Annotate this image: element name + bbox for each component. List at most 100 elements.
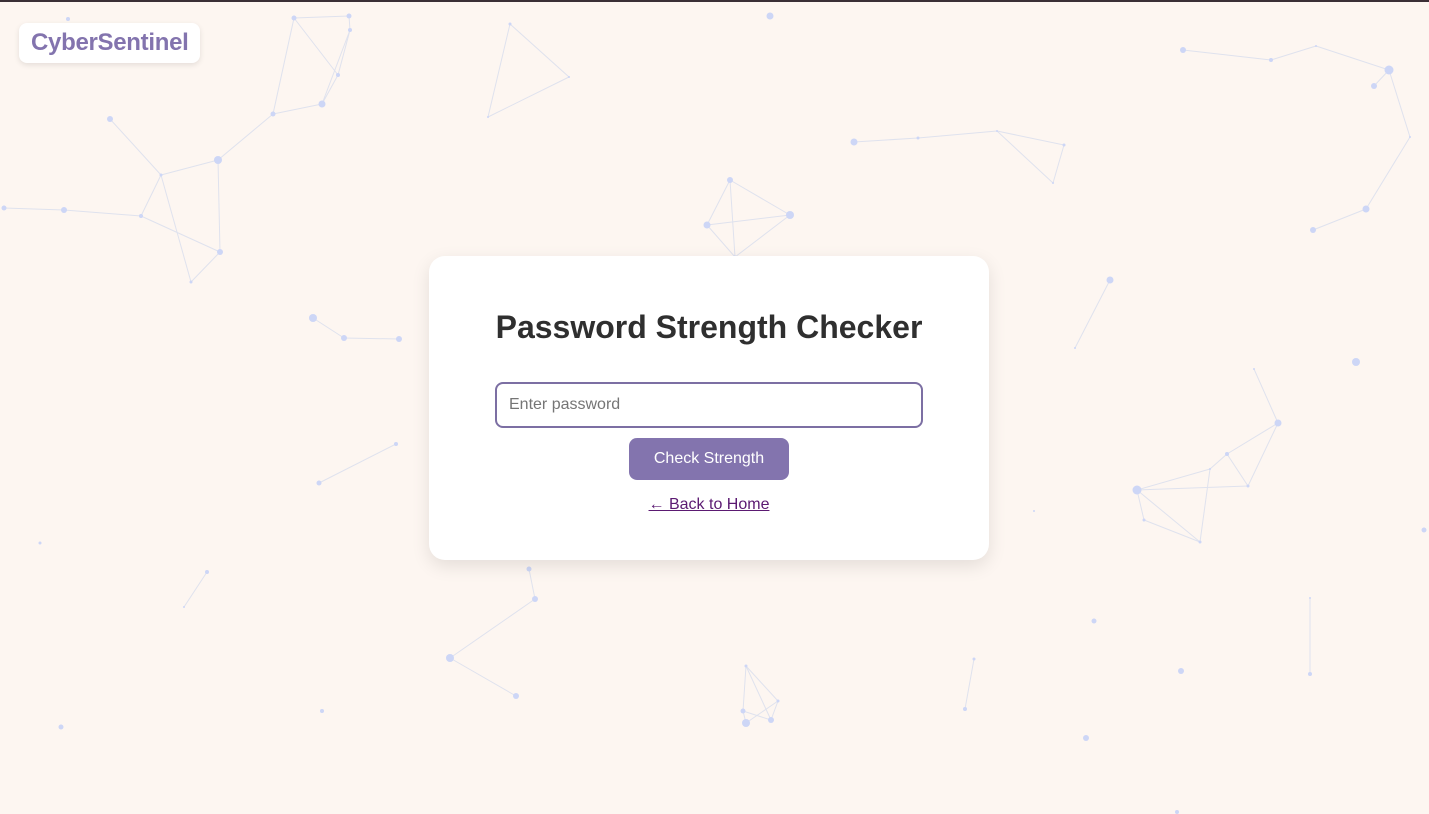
network-link [1136,485,1249,491]
back-to-home-link[interactable]: ← Back to Home [649,496,770,514]
network-link [293,17,339,76]
network-link [745,665,779,702]
network-link [183,571,208,608]
network-node [1074,347,1076,349]
brand-name: CyberSentinel [31,29,189,56]
network-link [1209,453,1228,470]
password-input[interactable] [495,382,923,428]
brand-logo[interactable]: CyberSentinel [19,23,201,63]
network-link [729,179,791,216]
network-link [190,251,221,283]
network-link [706,179,731,226]
network-link [729,179,736,258]
network-link [449,657,517,697]
network-link [160,174,192,283]
network-node [776,699,780,703]
network-node [183,606,185,608]
network-node [963,707,967,711]
network-node [568,76,570,78]
network-node [316,480,322,486]
network-link [1270,45,1317,61]
network-node [1091,618,1097,624]
network-link [109,118,162,176]
network-link [1199,468,1211,543]
network-node [189,280,193,284]
network-link [706,214,791,226]
network-link [217,113,274,161]
network-node [214,156,222,164]
network-link [745,665,772,721]
network-node [291,15,297,21]
network-node [336,73,340,77]
network-node [139,214,143,218]
network-link [706,224,736,258]
network-node [487,116,489,118]
page-title: Password Strength Checker [495,309,923,345]
network-link [853,137,919,143]
network-link [1074,279,1111,349]
network-node [727,177,733,183]
network-node [396,336,402,342]
network-node [309,314,317,322]
network-link [742,665,747,712]
network-node [508,22,512,26]
network-node [768,717,774,723]
network-node [1175,810,1179,814]
network-node [1269,58,1273,62]
network-node [1052,182,1054,184]
network-node [1132,485,1142,495]
network-node [916,136,920,140]
network-link [509,23,570,78]
network-node [446,654,454,662]
network-node [61,207,67,213]
check-strength-button[interactable]: Check Strength [629,438,789,480]
network-node [341,335,347,341]
network-node [513,693,519,699]
network-link [1253,368,1279,424]
network-link [217,159,221,253]
network-link [321,74,339,105]
network-node [1062,143,1066,147]
network-node [159,173,163,177]
network-node [1409,136,1411,138]
network-node [1198,540,1202,544]
network-node [270,111,276,117]
network-link [1226,453,1249,487]
network-link [996,130,1065,146]
network-node [348,28,352,32]
password-checker-card: Password Strength Checker Check Strength… [429,256,989,560]
network-link [917,130,998,139]
network-link [312,317,345,339]
network-link [63,209,142,217]
network-link [1136,468,1211,491]
network-link [487,23,511,118]
network-node [318,100,326,108]
network-node [742,719,750,727]
network-node [1178,668,1184,674]
network-node [1225,452,1229,456]
network-link [343,337,400,340]
network-link [3,207,65,211]
network-node [1,205,7,211]
network-node [703,221,711,229]
network-link [1388,69,1411,138]
network-node [1308,672,1312,676]
network-node [346,13,352,19]
network-node [972,657,976,661]
network-node [217,249,223,255]
network-node [1033,510,1035,512]
network-node [744,664,748,668]
network-link [996,130,1054,184]
network-link [1315,45,1390,71]
network-link [160,159,219,176]
network-link [734,214,791,258]
network-node [850,138,858,146]
network-node [766,12,774,20]
network-link [293,15,350,19]
network-node [1421,527,1427,533]
network-node [58,724,64,730]
network-node [1253,368,1255,370]
network-node [1362,205,1370,213]
network-link [1136,489,1201,543]
network-node [1180,47,1186,53]
